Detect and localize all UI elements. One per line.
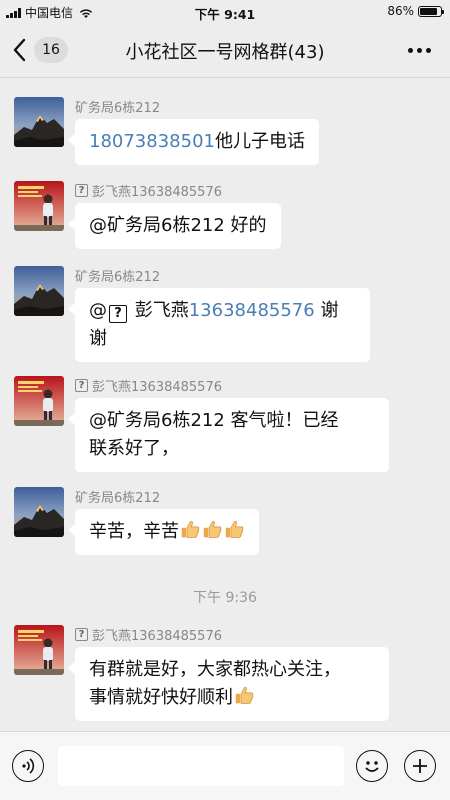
dot-icon (408, 47, 413, 53)
status-bar: 中国电信 下午 9:41 86% (0, 0, 450, 22)
unknown-emoji-icon: ? (109, 305, 127, 323)
chat-title: 小花社区一号网格群(43) (125, 42, 325, 63)
unknown-emoji-icon: ? (75, 628, 88, 641)
mountain-avatar[interactable] (14, 266, 64, 316)
emoji-button[interactable] (356, 750, 388, 782)
more-actions-button[interactable] (404, 750, 436, 782)
time-divider: 下午 9:36 (193, 590, 257, 606)
message-text: @矿务局6栋212 好的 (89, 215, 267, 236)
sender-name: 矿务局6栋212 (75, 491, 161, 506)
input-bar (0, 731, 450, 800)
plus-icon (413, 759, 427, 773)
sender-name: 矿务局6栋212 (75, 101, 161, 116)
more-options-button[interactable] (408, 42, 432, 58)
voice-icon (22, 758, 35, 774)
message-text: 他儿子电话 (214, 131, 305, 152)
sender-name: ? 彭飞燕13638485576 (75, 181, 222, 200)
voice-button[interactable] (12, 750, 44, 782)
thumbs-up-icon (234, 685, 255, 706)
mountain-avatar[interactable] (14, 487, 64, 537)
message-bubble[interactable]: 18073838501他儿子电话 (68, 119, 319, 165)
person-avatar[interactable] (14, 181, 64, 231)
dot-icon (426, 47, 431, 53)
unknown-emoji-icon: ? (75, 184, 88, 197)
thumbs-up-icon (224, 519, 245, 540)
person-avatar[interactable] (14, 625, 64, 675)
unknown-emoji-icon: ? (75, 379, 88, 392)
battery-icon (418, 5, 444, 17)
sender-name: ? 彭飞燕13638485576 (75, 376, 222, 395)
battery-percent: 86% (387, 4, 414, 18)
dot-icon (417, 47, 422, 53)
message-input[interactable] (58, 746, 344, 786)
thumbs-up-icon (202, 519, 223, 540)
sender-name: ? 彭飞燕13638485576 (75, 625, 222, 644)
message-bubble[interactable]: @矿务局6栋212 客气啦！已经 联系好了， (68, 398, 389, 472)
emoji-icon (365, 761, 379, 772)
thumbs-up-icon (180, 519, 201, 540)
phone-link[interactable]: 13638485576 (189, 300, 315, 321)
sender-name: 矿务局6栋212 (75, 270, 161, 285)
message-list[interactable]: 矿务局6栋212 18073838501他儿子电话 ? 彭飞燕1363848557… (0, 79, 450, 731)
message-bubble[interactable]: @矿务局6栋212 好的 (68, 203, 281, 249)
chat-header: 16 小花社区一号网格群(43) (0, 22, 450, 78)
status-time: 下午 9:41 (194, 7, 256, 22)
phone-link[interactable]: 18073838501 (89, 131, 215, 152)
mountain-avatar[interactable] (14, 97, 64, 147)
message-bubble[interactable]: @? 彭飞燕13638485576 谢 谢 (68, 288, 370, 362)
message-bubble[interactable]: 有群就是好，大家都热心关注， 事情就好快好顺利 (68, 647, 389, 721)
message-bubble[interactable]: 辛苦，辛苦 (68, 509, 259, 555)
mention-name: 彭飞燕 (134, 300, 189, 321)
message-text: 辛苦，辛苦 (89, 521, 179, 542)
person-avatar[interactable] (14, 376, 64, 426)
